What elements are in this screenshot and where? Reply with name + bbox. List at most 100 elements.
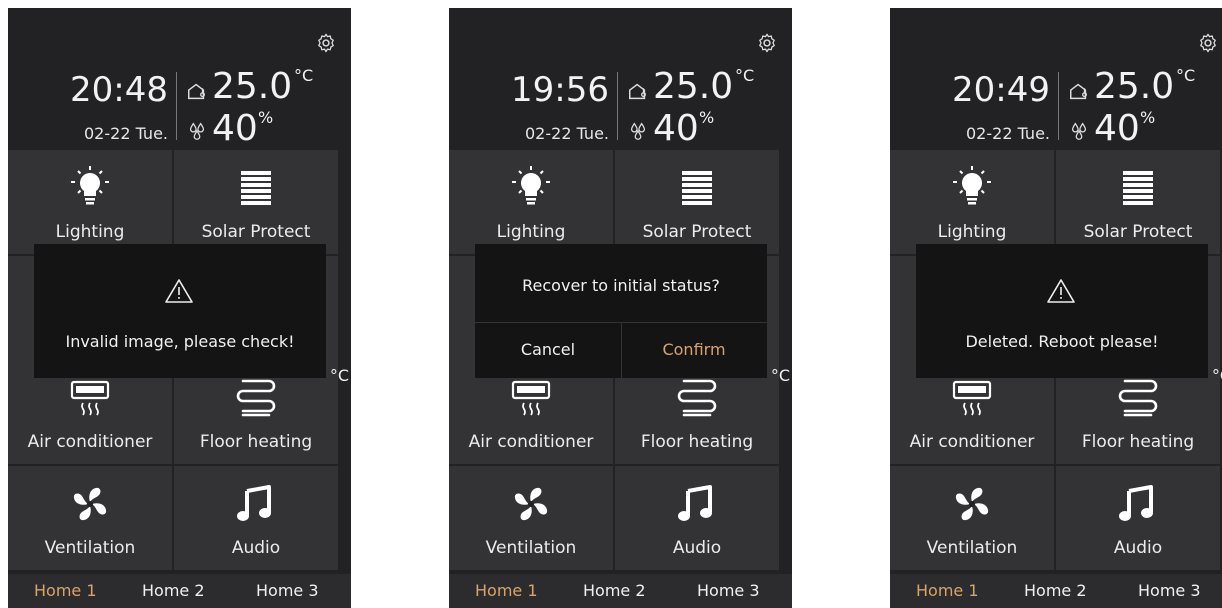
blinds-icon xyxy=(1056,164,1220,212)
tile-label: Lighting xyxy=(496,222,566,242)
ac-icon xyxy=(449,374,613,422)
tile-label: Lighting xyxy=(937,222,1007,242)
tile-blinds[interactable]: Solar Protect xyxy=(615,150,779,254)
humidity-unit: % xyxy=(1140,108,1156,127)
header-divider xyxy=(176,72,177,140)
tab-home-1[interactable]: Home 1 xyxy=(475,581,538,600)
partial-unit-text: °C xyxy=(329,366,349,385)
cancel-button[interactable]: Cancel xyxy=(475,340,621,359)
partial-unit-text: °C xyxy=(1211,366,1222,385)
tile-label: Air conditioner xyxy=(909,432,1035,452)
tile-label: Solar Protect xyxy=(1083,222,1193,242)
humidity-value: 40 xyxy=(212,108,258,149)
humidity-icon xyxy=(1068,120,1090,142)
tile-bulb[interactable]: Lighting xyxy=(449,150,613,254)
alert-dialog: Deleted. Reboot please! xyxy=(916,244,1208,378)
tab-home-3[interactable]: Home 3 xyxy=(697,581,760,600)
tab-home-1[interactable]: Home 1 xyxy=(916,581,979,600)
floor-heating-icon xyxy=(1056,374,1220,422)
blinds-icon xyxy=(174,164,338,212)
clock-date: 02-22 Tue. xyxy=(525,124,609,143)
clock-date: 02-22 Tue. xyxy=(84,124,168,143)
floor-heating-icon xyxy=(174,374,338,422)
confirm-button[interactable]: Confirm xyxy=(621,340,767,359)
temperature-value: 25.0 xyxy=(653,66,734,107)
tab-home-3[interactable]: Home 3 xyxy=(256,581,319,600)
music-note-icon xyxy=(174,480,338,528)
tile-music-note[interactable]: Audio xyxy=(1056,466,1220,570)
screen-panel: 20:49 02-22 Tue. 25.0 °C 40% Lighting Solar … xyxy=(890,8,1222,608)
tile-bulb[interactable]: Lighting xyxy=(8,150,172,254)
tile-label: Floor heating xyxy=(640,432,754,452)
partial-unit-text: °C xyxy=(770,366,790,385)
tile-label: Solar Protect xyxy=(642,222,752,242)
tile-label: Audio xyxy=(672,538,722,558)
bulb-icon xyxy=(890,164,1054,212)
clock-date: 02-22 Tue. xyxy=(966,124,1050,143)
confirm-dialog: Recover to initial status? Cancel Confir… xyxy=(475,244,767,378)
tile-blinds[interactable]: Solar Protect xyxy=(174,150,338,254)
tile-label: Audio xyxy=(1113,538,1163,558)
bulb-icon xyxy=(8,164,172,212)
clock-time: 20:48 xyxy=(70,70,168,110)
tile-label: Floor heating xyxy=(1081,432,1195,452)
humidity-value: 40 xyxy=(653,108,699,149)
tab-home-2[interactable]: Home 2 xyxy=(583,581,646,600)
screen-panel: 19:56 02-22 Tue. 25.0 °C 40% Lighting Solar … xyxy=(449,8,792,608)
dialog-message: Invalid image, please check! xyxy=(65,332,295,351)
temperature-value: 25.0 xyxy=(1094,66,1175,107)
floor-heating-icon xyxy=(615,374,779,422)
ac-icon xyxy=(890,374,1054,422)
temperature-unit: °C xyxy=(735,66,755,85)
alert-dialog: Invalid image, please check! xyxy=(34,244,326,378)
warning-icon xyxy=(164,278,194,304)
tile-label: Audio xyxy=(231,538,281,558)
home-page-tabs: Home 1 Home 2 Home 3 xyxy=(890,574,1222,608)
tile-fan[interactable]: Ventilation xyxy=(8,466,172,570)
dialog-message: Recover to initial status? xyxy=(522,276,720,295)
room-temperature-icon xyxy=(627,80,649,102)
tile-label: Air conditioner xyxy=(468,432,594,452)
bulb-icon xyxy=(449,164,613,212)
tab-home-2[interactable]: Home 2 xyxy=(1024,581,1087,600)
header-divider xyxy=(617,72,618,140)
screen-panel: 20:48 02-22 Tue. 25.0 °C 40% Lighting Solar … xyxy=(8,8,351,608)
gear-icon[interactable] xyxy=(756,32,778,54)
blinds-icon xyxy=(615,164,779,212)
tile-label: Solar Protect xyxy=(201,222,311,242)
temperature-unit: °C xyxy=(1176,66,1196,85)
clock-time: 19:56 xyxy=(511,70,609,110)
tile-label: Floor heating xyxy=(199,432,313,452)
tile-fan[interactable]: Ventilation xyxy=(890,466,1054,570)
ac-icon xyxy=(8,374,172,422)
tile-label: Air conditioner xyxy=(27,432,153,452)
tab-home-3[interactable]: Home 3 xyxy=(1138,581,1201,600)
music-note-icon xyxy=(615,480,779,528)
header-divider xyxy=(1058,72,1059,140)
gear-icon[interactable] xyxy=(315,32,337,54)
humidity-icon xyxy=(186,120,208,142)
temperature-unit: °C xyxy=(294,66,314,85)
tile-fan[interactable]: Ventilation xyxy=(449,466,613,570)
room-temperature-icon xyxy=(186,80,208,102)
room-temperature-icon xyxy=(1068,80,1090,102)
humidity-unit: % xyxy=(258,108,274,127)
temperature-value: 25.0 xyxy=(212,66,293,107)
tile-label: Ventilation xyxy=(485,538,577,558)
warning-icon xyxy=(1046,278,1076,304)
tile-music-note[interactable]: Audio xyxy=(615,466,779,570)
tab-home-1[interactable]: Home 1 xyxy=(34,581,97,600)
gear-icon[interactable] xyxy=(1197,32,1219,54)
humidity-unit: % xyxy=(699,108,715,127)
tile-music-note[interactable]: Audio xyxy=(174,466,338,570)
tab-home-2[interactable]: Home 2 xyxy=(142,581,205,600)
tile-label: Ventilation xyxy=(44,538,136,558)
clock-time: 20:49 xyxy=(952,70,1050,110)
tile-label: Ventilation xyxy=(926,538,1018,558)
tile-blinds[interactable]: Solar Protect xyxy=(1056,150,1220,254)
tile-bulb[interactable]: Lighting xyxy=(890,150,1054,254)
humidity-icon xyxy=(627,120,649,142)
music-note-icon xyxy=(1056,480,1220,528)
home-page-tabs: Home 1 Home 2 Home 3 xyxy=(8,574,351,608)
home-page-tabs: Home 1 Home 2 Home 3 xyxy=(449,574,792,608)
